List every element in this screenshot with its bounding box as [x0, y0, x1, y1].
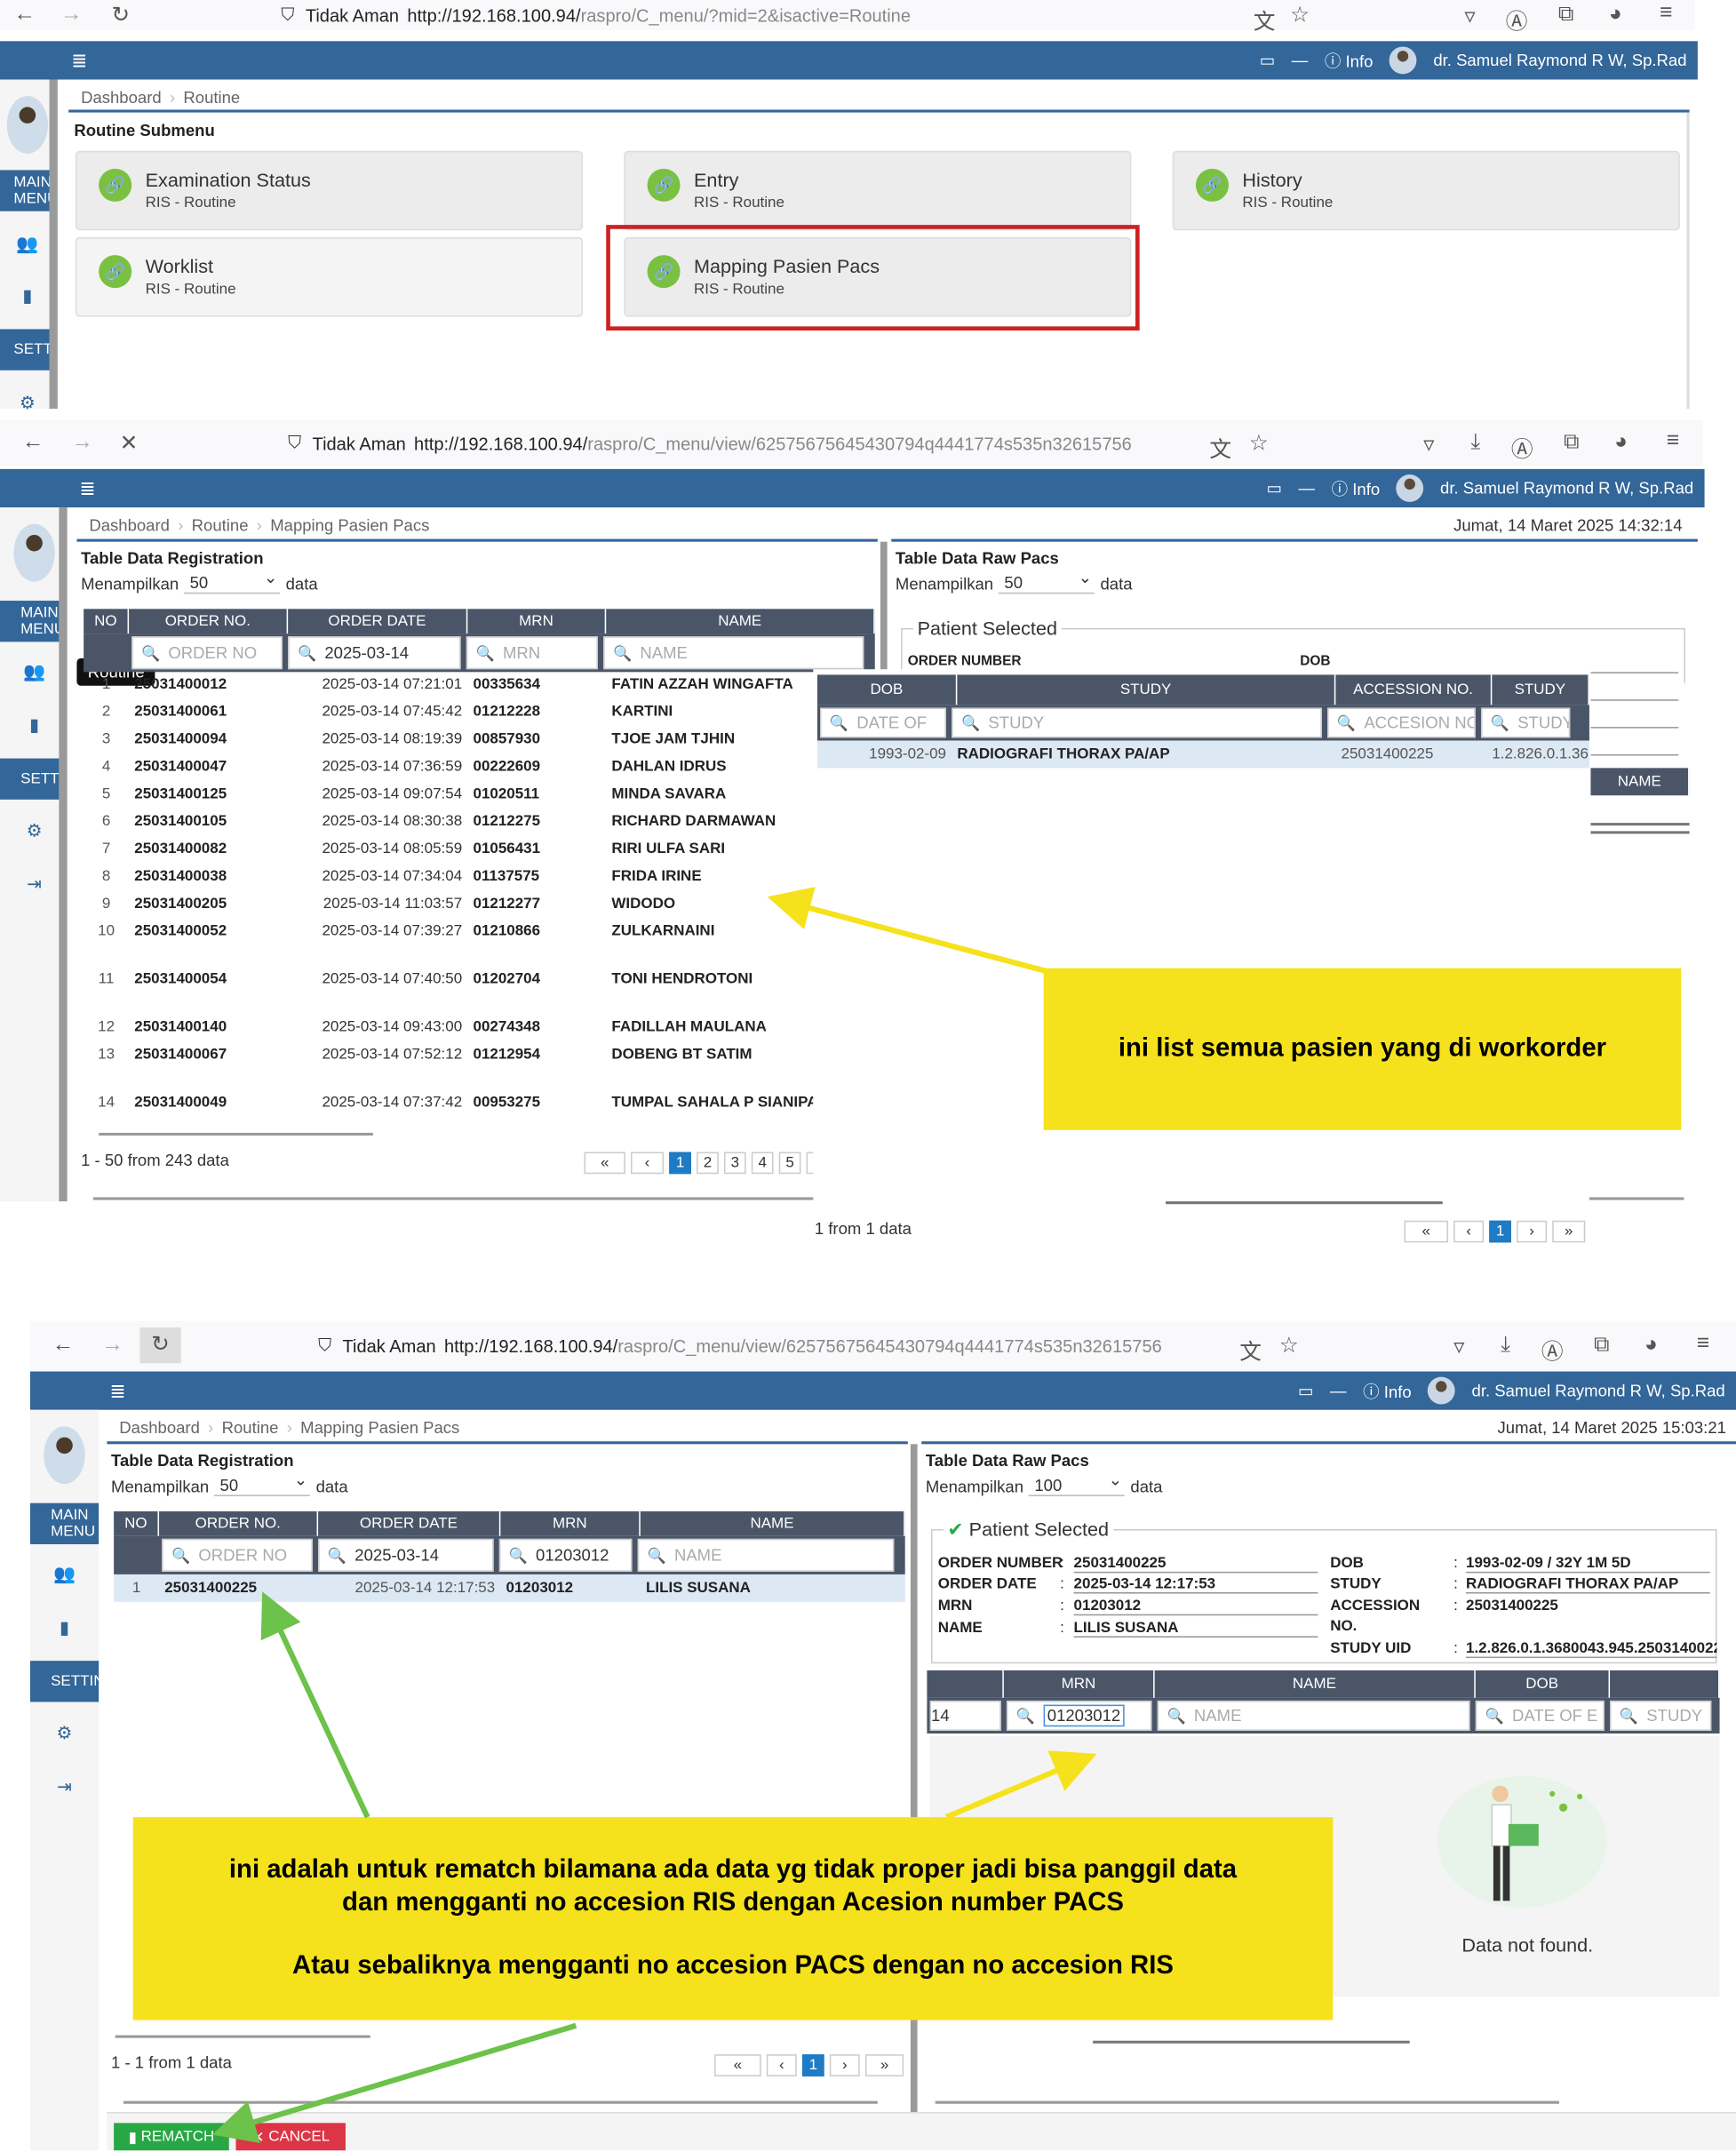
screenshot-collage: ← → ↻ ⛉ Tidak Aman http://192.168.100.94…: [0, 0, 1736, 2151]
arrow-green-2: [211, 2022, 577, 2144]
arrow-green-1: [260, 1591, 370, 1819]
arrow-yellow-2: [944, 1750, 1097, 1820]
annotation-arrows: [211, 887, 1097, 2144]
arrow-yellow-1: [767, 887, 1057, 976]
